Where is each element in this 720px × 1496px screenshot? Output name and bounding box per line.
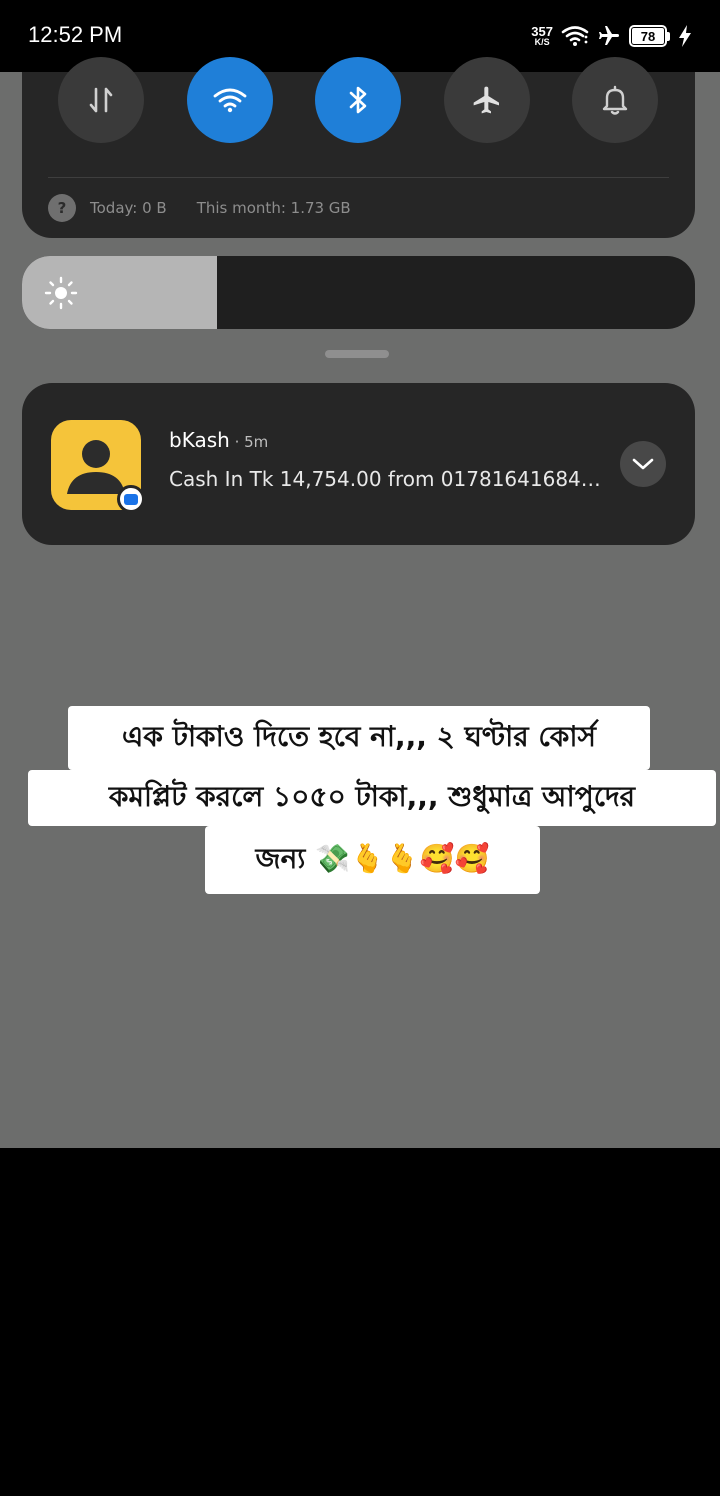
data-arrows-icon bbox=[89, 87, 113, 113]
notification-expand-button[interactable] bbox=[620, 441, 666, 487]
brightness-slider[interactable] bbox=[22, 256, 695, 329]
battery-percent: 78 bbox=[632, 28, 664, 44]
mobile-data-toggle[interactable] bbox=[58, 57, 144, 143]
sun-icon bbox=[44, 276, 78, 310]
bluetooth-toggle[interactable] bbox=[315, 57, 401, 143]
notification-shade: ? Today: 0 B This month: 1.73 GB bKash ·… bbox=[0, 57, 720, 1148]
notification-time: · 5m bbox=[229, 433, 269, 451]
notification-header: bKash · 5m bbox=[169, 428, 268, 452]
notification-text: Cash In Tk 14,754.00 from 01781641684… bbox=[169, 467, 599, 491]
network-speed: 357 K/S bbox=[531, 25, 553, 47]
notification-app-name: bKash bbox=[169, 428, 230, 452]
bluetooth-icon bbox=[349, 86, 367, 114]
airplane-mode-toggle[interactable] bbox=[444, 57, 530, 143]
chevron-down-icon bbox=[632, 458, 654, 470]
bell-icon bbox=[602, 85, 628, 115]
data-usage-row: ? Today: 0 B This month: 1.73 GB bbox=[48, 194, 351, 222]
network-speed-unit: K/S bbox=[534, 37, 550, 47]
quick-settings-divider bbox=[48, 177, 669, 178]
shade-drag-handle[interactable] bbox=[325, 350, 389, 358]
caption-line-2: কমপ্লিট করলে ১০৫০ টাকা,,, শুধুমাত্র আপুদ… bbox=[28, 770, 716, 826]
airplane-mode-icon bbox=[599, 26, 619, 45]
usage-today: Today: 0 B bbox=[90, 199, 167, 217]
help-icon[interactable]: ? bbox=[48, 194, 76, 222]
caption-line-3: জন্য 💸🫰🫰🥰🥰 bbox=[205, 826, 540, 894]
usage-month: This month: 1.73 GB bbox=[196, 199, 351, 217]
wifi-icon bbox=[213, 88, 247, 113]
status-time: 12:52 PM bbox=[28, 22, 123, 47]
wifi-toggle[interactable] bbox=[187, 57, 273, 143]
status-icons: 357 K/S 78 bbox=[531, 18, 692, 54]
sound-toggle[interactable] bbox=[572, 57, 658, 143]
charging-icon bbox=[679, 25, 691, 47]
airplane-icon bbox=[473, 86, 499, 114]
bkash-notification[interactable]: bKash · 5m Cash In Tk 14,754.00 from 017… bbox=[22, 383, 695, 545]
quick-settings-panel: ? Today: 0 B This month: 1.73 GB bbox=[22, 57, 695, 238]
battery-icon: 78 bbox=[629, 25, 670, 47]
bottom-black-area bbox=[0, 1148, 720, 1496]
caption-line-1: এক টাকাও দিতে হবে না,,, ২ ঘণ্টার কোর্স bbox=[68, 706, 650, 770]
message-bubble-icon bbox=[117, 485, 145, 513]
wifi-icon bbox=[561, 26, 589, 46]
